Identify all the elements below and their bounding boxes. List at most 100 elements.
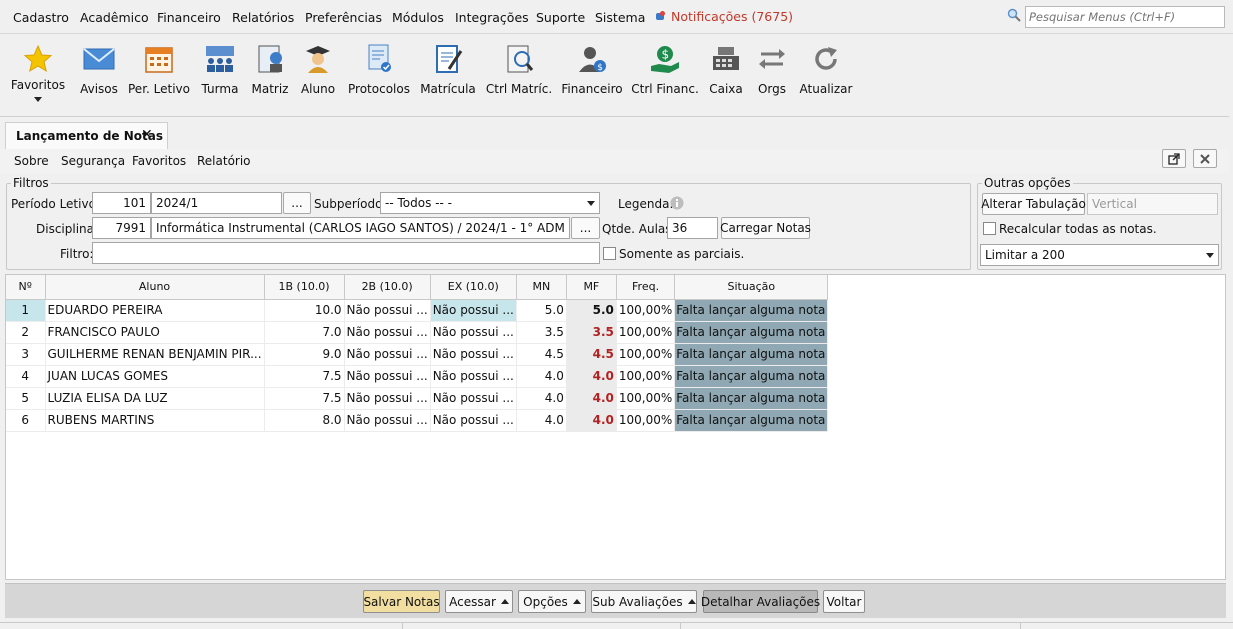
- cell-num[interactable]: 6: [6, 409, 46, 432]
- acessar-button[interactable]: Acessar: [445, 590, 513, 613]
- cell-mf[interactable]: 4.0: [566, 387, 617, 410]
- close-form-button[interactable]: [1193, 149, 1217, 168]
- cell-ex[interactable]: Não possui ...: [430, 299, 517, 322]
- cell-situacao[interactable]: Falta lançar alguma nota: [674, 365, 829, 388]
- detach-window-button[interactable]: [1162, 149, 1186, 168]
- opcoes-button[interactable]: Opções: [518, 590, 586, 613]
- cell-2b[interactable]: Não possui ...: [344, 409, 431, 432]
- sub-avaliacoes-button[interactable]: Sub Avaliações: [591, 590, 697, 613]
- cell-situacao[interactable]: Falta lançar alguma nota: [674, 299, 829, 322]
- toolbar-avisos-button[interactable]: Avisos: [78, 42, 120, 96]
- detalhar-avaliacoes-button[interactable]: Detalhar Avaliações: [701, 590, 820, 613]
- periodo-name-field[interactable]: 2024/1: [151, 192, 282, 214]
- cell-situacao[interactable]: Falta lançar alguma nota: [674, 387, 829, 410]
- menu-financeiro[interactable]: Financeiro: [157, 10, 221, 25]
- cell-num[interactable]: 4: [6, 365, 46, 388]
- cell-aluno[interactable]: LUZIA ELISA DA LUZ: [45, 387, 265, 410]
- cell-mf[interactable]: 4.5: [566, 343, 617, 366]
- tab-lancamento-notas[interactable]: Lançamento de Notas ✕: [5, 122, 168, 149]
- cell-aluno[interactable]: FRANCISCO PAULO: [45, 321, 265, 344]
- alterar-tabulacao-button[interactable]: Alterar Tabulação: [981, 193, 1086, 215]
- cell-situacao[interactable]: Falta lançar alguma nota: [674, 321, 829, 344]
- cell-ex[interactable]: Não possui ...: [430, 365, 517, 388]
- cell-aluno[interactable]: RUBENS MARTINS: [45, 409, 265, 432]
- menu-academico[interactable]: Acadêmico: [80, 10, 149, 25]
- cell-mn[interactable]: 5.0: [516, 299, 567, 322]
- toolbar-matriz-button[interactable]: Matriz: [250, 42, 290, 96]
- cell-2b[interactable]: Não possui ...: [344, 343, 431, 366]
- cell-freq[interactable]: 100,00%: [616, 387, 676, 410]
- menu-suporte[interactable]: Suporte: [536, 10, 585, 25]
- cell-ex[interactable]: Não possui ...: [430, 387, 517, 410]
- col-header-freq[interactable]: Freq.: [616, 275, 676, 300]
- cell-2b[interactable]: Não possui ...: [344, 299, 431, 322]
- toolbar-favoritos-button[interactable]: Favoritos: [11, 42, 65, 104]
- cell-situacao[interactable]: Falta lançar alguma nota: [674, 343, 829, 366]
- table-row[interactable]: 1 EDUARDO PEREIRA 10.0 Não possui ... Nã…: [6, 299, 829, 322]
- recalcular-checkbox[interactable]: [983, 222, 996, 235]
- cell-aluno[interactable]: GUILHERME RENAN BENJAMIN PIR...: [45, 343, 265, 366]
- cell-ex[interactable]: Não possui ...: [430, 321, 517, 344]
- menu-preferencias[interactable]: Preferências: [305, 10, 382, 25]
- carregar-notas-button[interactable]: Carregar Notas: [720, 217, 811, 239]
- col-header-ex[interactable]: EX (10.0): [430, 275, 517, 300]
- cell-mn[interactable]: 4.0: [516, 387, 567, 410]
- col-header-1b[interactable]: 1B (10.0): [264, 275, 345, 300]
- cell-ex[interactable]: Não possui ...: [430, 343, 517, 366]
- periodo-browse-button[interactable]: ...: [283, 192, 311, 214]
- col-header-situacao[interactable]: Situação: [674, 275, 829, 300]
- cell-mn[interactable]: 4.0: [516, 365, 567, 388]
- disciplina-code-field[interactable]: 7991: [92, 217, 151, 239]
- table-row[interactable]: 3 GUILHERME RENAN BENJAMIN PIR... 9.0 Nã…: [6, 343, 829, 366]
- cell-mf[interactable]: 5.0: [566, 299, 617, 322]
- menu-relatorios[interactable]: Relatórios: [232, 10, 294, 25]
- limitar-select[interactable]: Limitar a 200: [980, 244, 1219, 266]
- toolbar-aluno-button[interactable]: Aluno: [298, 42, 338, 96]
- toolbar-ctrl-financ-button[interactable]: $ Ctrl Financ.: [631, 42, 699, 96]
- toolbar-ctrl-matric-button[interactable]: Ctrl Matríc.: [486, 42, 552, 96]
- info-icon[interactable]: [670, 196, 684, 210]
- cell-mn[interactable]: 4.0: [516, 409, 567, 432]
- disciplina-name-field[interactable]: Informática Instrumental (CARLOS IAGO SA…: [151, 217, 570, 239]
- cell-ex[interactable]: Não possui ...: [430, 409, 517, 432]
- cell-situacao[interactable]: Falta lançar alguma nota: [674, 409, 829, 432]
- cell-num[interactable]: 1: [6, 299, 46, 322]
- cell-num[interactable]: 3: [6, 343, 46, 366]
- vertical-field[interactable]: Vertical: [1087, 193, 1218, 215]
- cell-mn[interactable]: 4.5: [516, 343, 567, 366]
- periodo-code-field[interactable]: 101: [92, 192, 151, 214]
- salvar-notas-button[interactable]: Salvar Notas: [363, 590, 440, 613]
- toolbar-financeiro-button[interactable]: $ Financeiro: [561, 42, 623, 96]
- toolbar-caixa-button[interactable]: Caixa: [708, 42, 744, 96]
- cell-num[interactable]: 2: [6, 321, 46, 344]
- col-header-num[interactable]: Nº: [6, 275, 46, 300]
- cell-1b[interactable]: 7.5: [264, 387, 345, 410]
- cell-1b[interactable]: 7.5: [264, 365, 345, 388]
- table-row[interactable]: 5 LUZIA ELISA DA LUZ 7.5 Não possui ... …: [6, 387, 829, 410]
- cell-1b[interactable]: 10.0: [264, 299, 345, 322]
- disciplina-browse-button[interactable]: ...: [571, 217, 600, 239]
- cell-num[interactable]: 5: [6, 387, 46, 410]
- filtro-input[interactable]: [92, 242, 600, 264]
- menu-relatorio[interactable]: Relatório: [197, 154, 251, 168]
- menu-modulos[interactable]: Módulos: [392, 10, 444, 25]
- cell-freq[interactable]: 100,00%: [616, 321, 676, 344]
- menu-seguranca[interactable]: Segurança: [61, 154, 125, 168]
- voltar-button[interactable]: Voltar: [823, 590, 865, 613]
- cell-aluno[interactable]: JUAN LUCAS GOMES: [45, 365, 265, 388]
- menu-favoritos[interactable]: Favoritos: [132, 154, 186, 168]
- toolbar-matricula-button[interactable]: Matrícula: [420, 42, 476, 96]
- cell-mf[interactable]: 4.0: [566, 409, 617, 432]
- menu-integracoes[interactable]: Integrações: [455, 10, 529, 25]
- cell-freq[interactable]: 100,00%: [616, 409, 676, 432]
- toolbar-turma-button[interactable]: Turma: [200, 42, 240, 96]
- cell-1b[interactable]: 7.0: [264, 321, 345, 344]
- subperiodo-select[interactable]: -- Todos -- -: [380, 192, 600, 214]
- col-header-aluno[interactable]: Aluno: [45, 275, 265, 300]
- toolbar-per-letivo-button[interactable]: Per. Letivo: [128, 42, 190, 96]
- notifications-link[interactable]: Notificações (7675): [655, 9, 793, 24]
- cell-freq[interactable]: 100,00%: [616, 365, 676, 388]
- col-header-2b[interactable]: 2B (10.0): [344, 275, 431, 300]
- table-row[interactable]: 2 FRANCISCO PAULO 7.0 Não possui ... Não…: [6, 321, 829, 344]
- close-tab-icon[interactable]: ✕: [141, 127, 153, 143]
